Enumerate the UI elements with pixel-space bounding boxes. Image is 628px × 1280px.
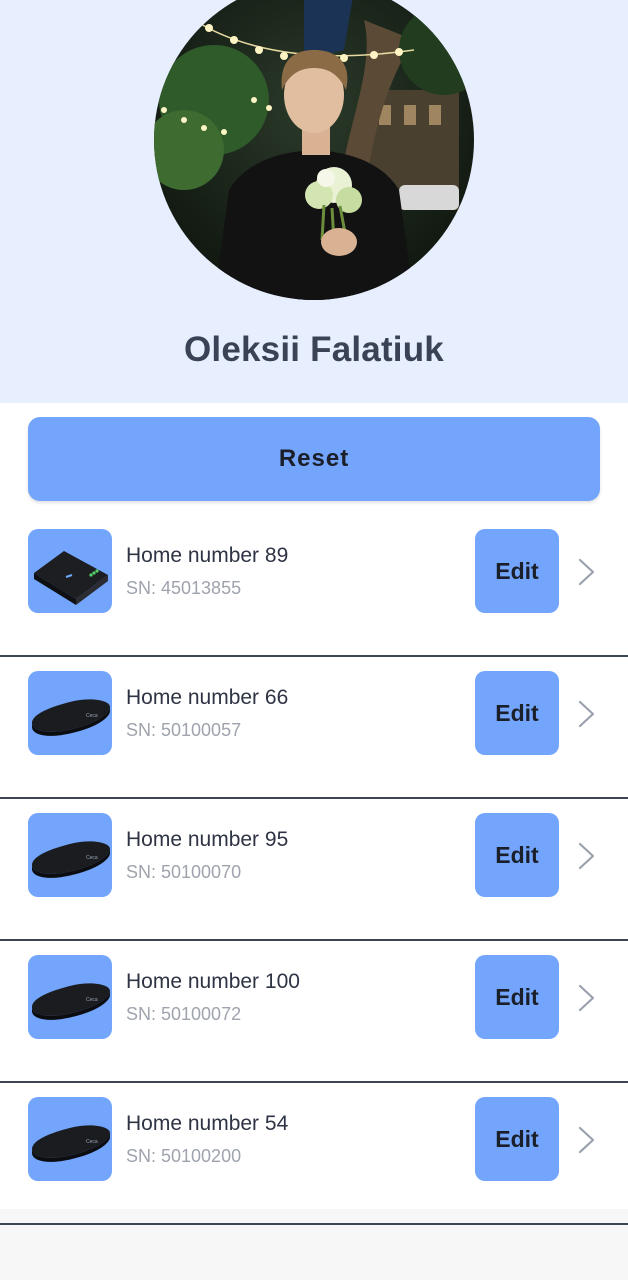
svg-text:Ceca: Ceca [86, 713, 98, 719]
list-item[interactable]: Ceca Home number 54 SN: 50100200 Edit [0, 1083, 628, 1225]
list-item[interactable]: Home number 89 SN: 45013855 Edit [0, 515, 628, 657]
list-item[interactable]: Ceca Home number 100 SN: 50100072 Edit [0, 941, 628, 1083]
device-list: Home number 89 SN: 45013855 Edit Ceca Ho… [0, 515, 628, 1225]
svg-text:Ceca: Ceca [86, 1139, 98, 1145]
device-name: Home number 54 [126, 1112, 289, 1135]
device-name: Home number 95 [126, 828, 289, 851]
edit-button[interactable]: Edit [475, 1097, 559, 1181]
profile-name: Oleksii Falatiuk [184, 330, 444, 369]
device-serial: SN: 50100057 [126, 720, 242, 740]
device-name: Home number 66 [126, 686, 289, 709]
device-name: Home number 100 [126, 970, 300, 993]
chevron-right-icon[interactable] [576, 841, 598, 871]
edit-button[interactable]: Edit [475, 813, 559, 897]
router-icon: Ceca [28, 671, 112, 755]
profile-header: Oleksii Falatiuk [0, 0, 628, 403]
svg-text:Ceca: Ceca [86, 855, 98, 861]
device-serial: SN: 50100200 [126, 1146, 242, 1166]
router-icon: Ceca [28, 955, 112, 1039]
chevron-right-icon[interactable] [576, 557, 598, 587]
chevron-right-icon[interactable] [576, 699, 598, 729]
avatar[interactable] [154, 0, 474, 300]
edit-button[interactable]: Edit [475, 529, 559, 613]
list-item[interactable]: Ceca Home number 66 SN: 50100057 Edit [0, 657, 628, 799]
device-name: Home number 89 [126, 544, 289, 567]
chevron-right-icon[interactable] [576, 983, 598, 1013]
chevron-right-icon[interactable] [576, 1125, 598, 1155]
edit-button[interactable]: Edit [475, 955, 559, 1039]
device-serial: SN: 50100072 [126, 1004, 242, 1024]
reset-button[interactable]: Reset [28, 417, 600, 501]
device-serial: SN: 50100070 [126, 862, 242, 882]
device-serial: SN: 45013855 [126, 578, 242, 598]
router-icon: Ceca [28, 1097, 112, 1181]
svg-text:Ceca: Ceca [86, 997, 98, 1003]
device-panel: Reset Home number 89 SN: 45013855 Edit C… [0, 403, 628, 1225]
router-icon: Ceca [28, 813, 112, 897]
list-item[interactable]: Ceca Home number 95 SN: 50100070 Edit [0, 799, 628, 941]
edit-button[interactable]: Edit [475, 671, 559, 755]
avatar-photo [154, 0, 474, 300]
router-icon [28, 529, 112, 613]
